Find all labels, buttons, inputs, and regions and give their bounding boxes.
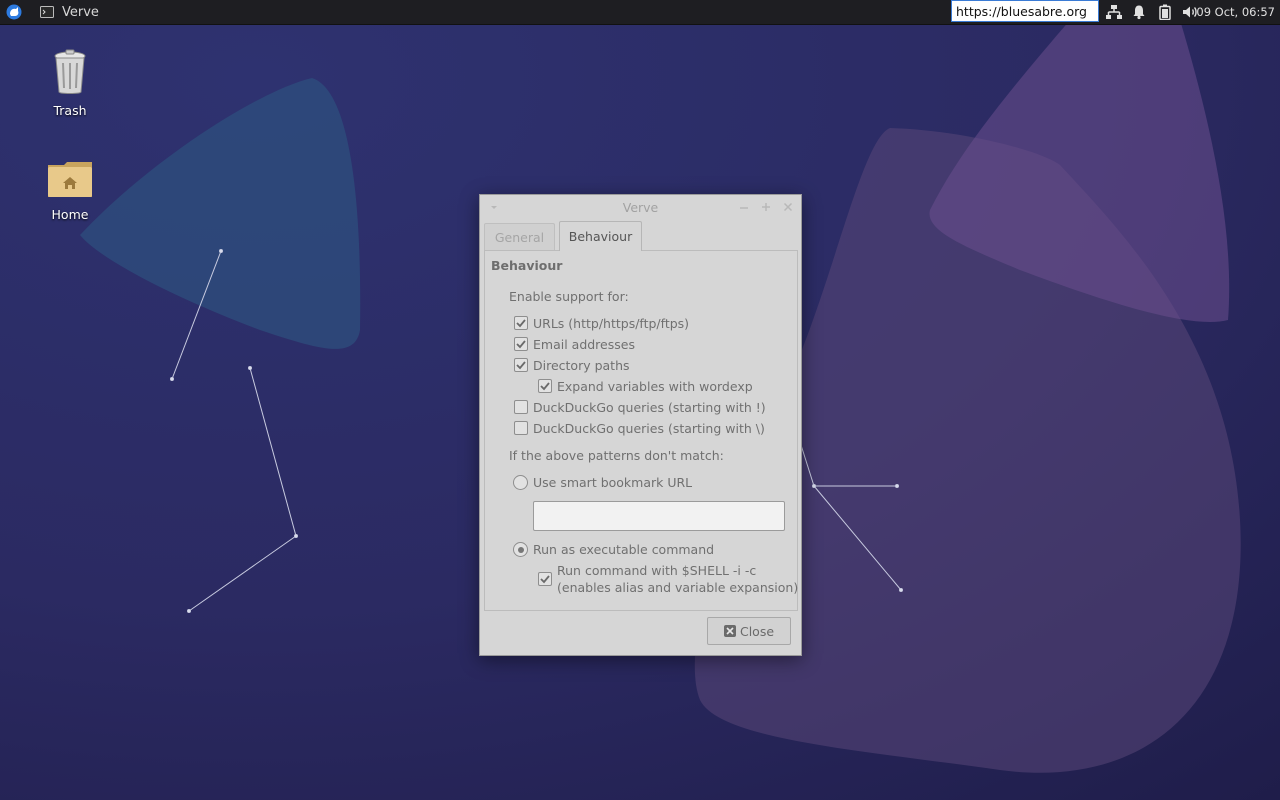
section-title: Behaviour — [491, 258, 563, 273]
applications-menu-button[interactable] — [4, 0, 24, 24]
close-icon[interactable] — [780, 199, 796, 215]
clock[interactable]: 09 Oct, 06:57 — [1196, 0, 1275, 24]
email-label: Email addresses — [533, 337, 635, 352]
enable-support-label: Enable support for: — [509, 289, 629, 304]
smart-bookmark-url-input[interactable] — [533, 501, 785, 531]
run-command-radio[interactable] — [513, 542, 528, 557]
run-command-label: Run as executable command — [533, 542, 715, 557]
battery-icon[interactable] — [1158, 0, 1172, 24]
duckduckgo-bang-checkbox[interactable] — [514, 400, 528, 414]
desktop-icon-home[interactable]: Home — [30, 160, 110, 222]
shell-label-line1: Run command with $SHELL -i -c — [557, 563, 757, 578]
email-checkbox[interactable] — [514, 337, 528, 351]
tab-behaviour[interactable]: Behaviour — [559, 221, 642, 251]
dialog-title: Verve — [622, 200, 659, 215]
taskbar-button-verve[interactable]: Verve — [34, 0, 105, 24]
bell-icon[interactable] — [1131, 0, 1147, 24]
fallback-label: If the above patterns don't match: — [509, 448, 724, 463]
tab-general[interactable]: General — [484, 223, 555, 250]
terminal-icon — [40, 6, 54, 18]
wordexp-checkbox[interactable] — [538, 379, 552, 393]
close-button-label: Close — [739, 623, 775, 639]
directory-paths-label: Directory paths — [533, 358, 630, 373]
desktop-icon-label: Trash — [53, 103, 87, 118]
urls-label: URLs (http/https/ftp/ftps) — [533, 316, 690, 331]
trash-icon — [54, 49, 86, 94]
duckduckgo-bang-label: DuckDuckGo queries (starting with !) — [533, 400, 766, 415]
urls-checkbox[interactable] — [514, 316, 528, 330]
wordexp-label: Expand variables with wordexp — [557, 379, 753, 394]
maximize-icon[interactable] — [758, 199, 774, 215]
network-icon[interactable] — [1105, 0, 1123, 24]
close-icon — [723, 625, 736, 637]
verve-command-entry[interactable] — [951, 0, 1099, 22]
desktop-icon-trash[interactable]: Trash — [30, 48, 110, 118]
top-panel: Verve 09 Oct, 06:57 — [0, 0, 1280, 25]
directory-paths-checkbox[interactable] — [514, 358, 528, 372]
close-button[interactable]: Close — [707, 617, 791, 645]
duckduckgo-backslash-checkbox[interactable] — [514, 421, 528, 435]
shell-checkbox[interactable] — [538, 572, 552, 586]
shell-label-line2: (enables alias and variable expansion) — [557, 580, 799, 595]
duckduckgo-backslash-label: DuckDuckGo queries (starting with \) — [533, 421, 765, 436]
smart-bookmark-label: Use smart bookmark URL — [533, 475, 693, 490]
taskbar-label: Verve — [62, 4, 99, 20]
smart-bookmark-radio[interactable] — [513, 475, 528, 490]
dialog-titlebar[interactable]: Verve — [480, 195, 801, 219]
home-folder-icon — [48, 162, 92, 197]
desktop-icon-label: Home — [51, 207, 89, 222]
minimize-icon[interactable] — [736, 199, 752, 215]
xfce-mouse-icon — [6, 4, 22, 20]
